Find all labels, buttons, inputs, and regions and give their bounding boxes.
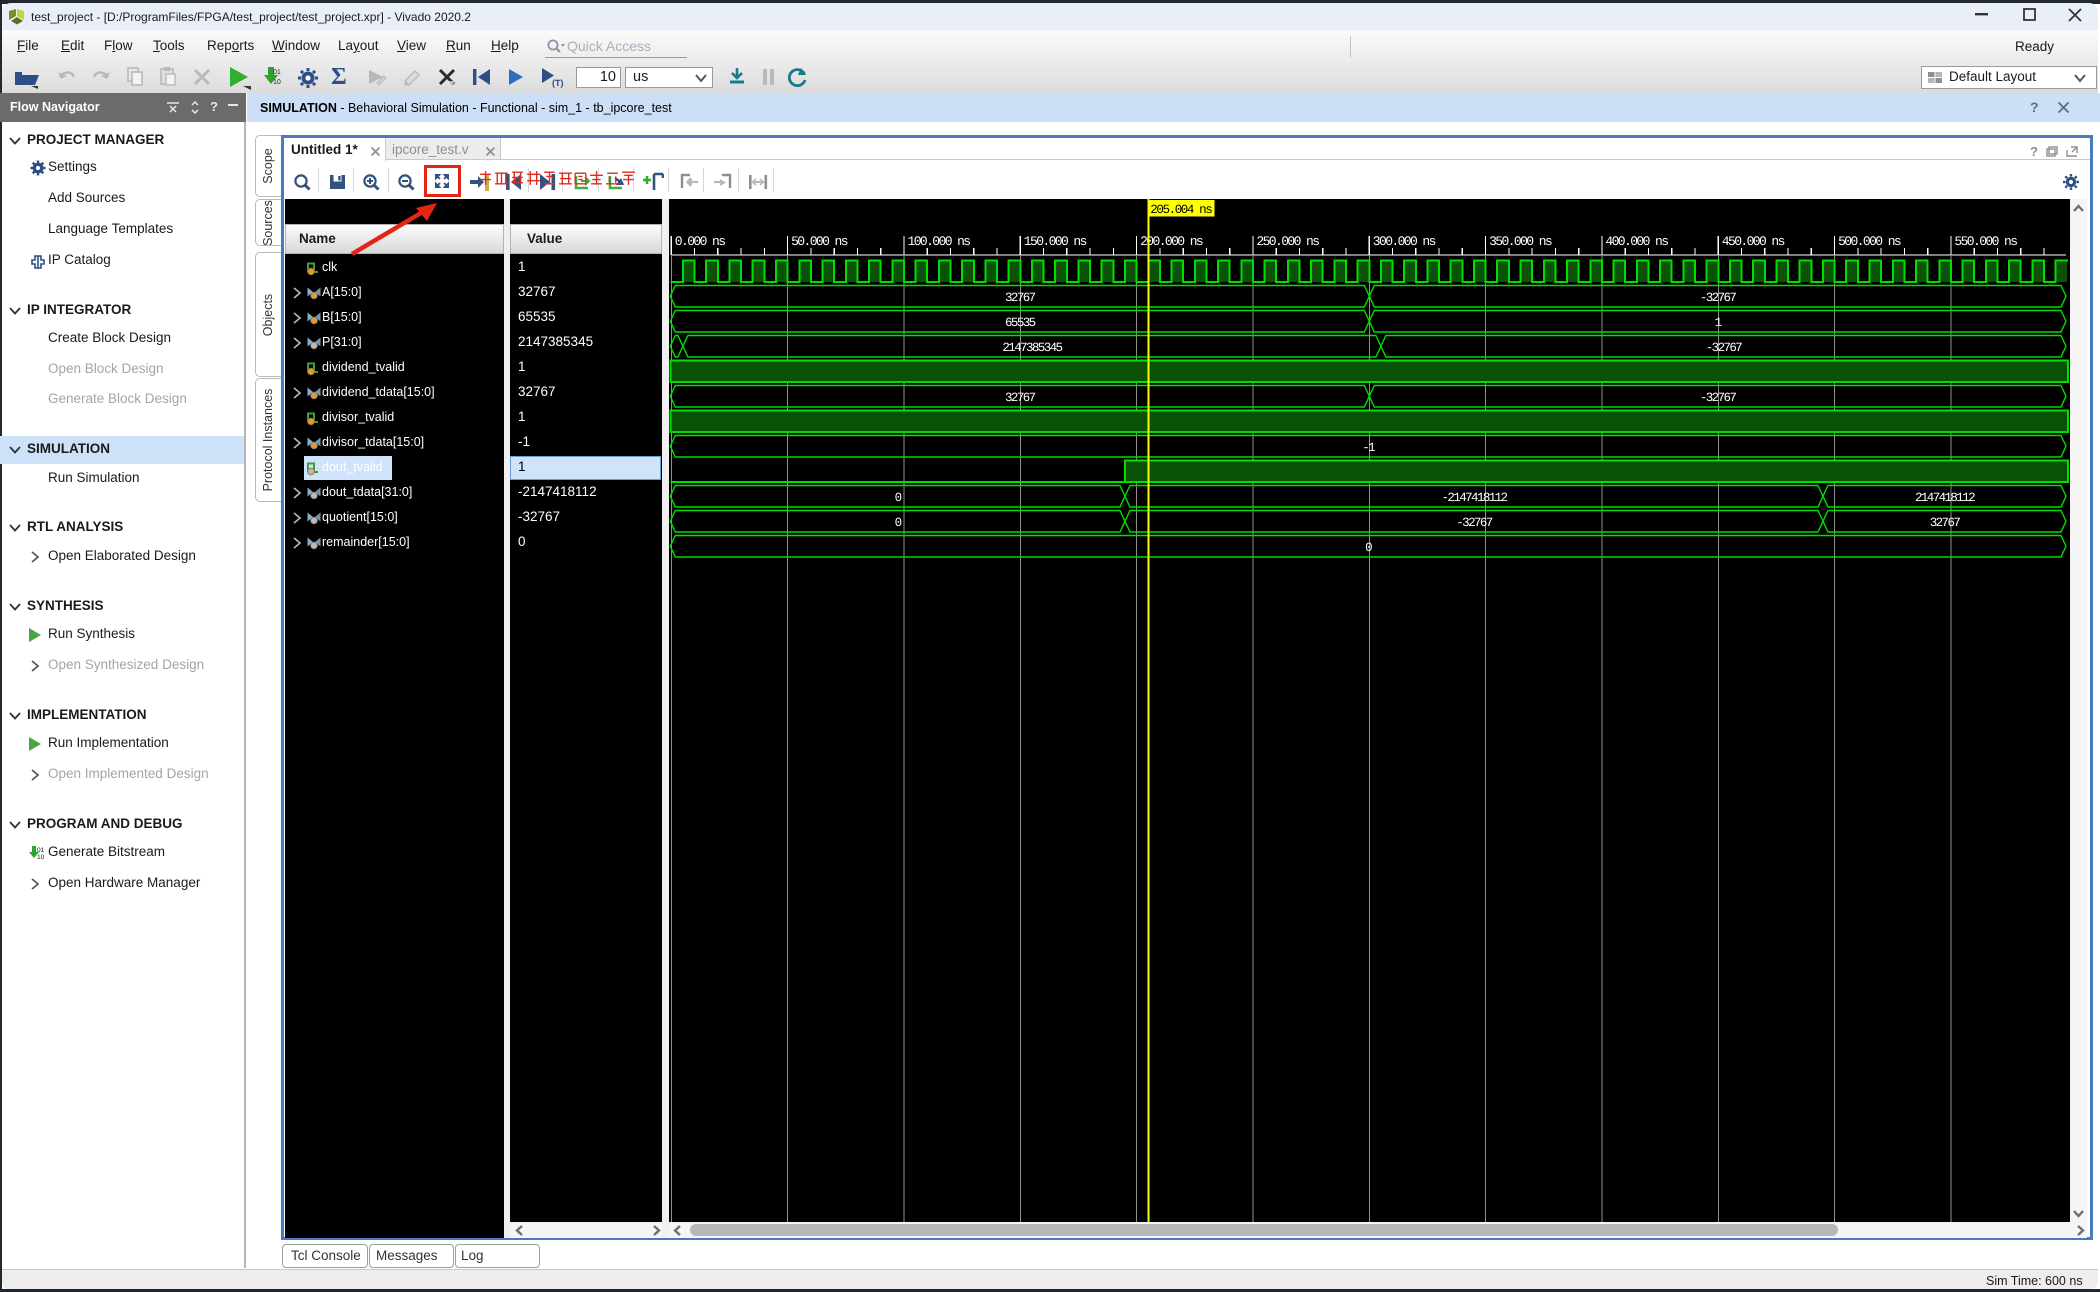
- svg-text:200.000 ns: 200.000 ns: [1140, 234, 1203, 249]
- svg-text:400.000 ns: 400.000 ns: [1605, 234, 1668, 249]
- svg-text:1: 1: [1715, 316, 1722, 330]
- svg-text:32767: 32767: [1930, 516, 1961, 530]
- svg-text:250.000 ns: 250.000 ns: [1256, 234, 1319, 249]
- svg-text:32767: 32767: [1005, 391, 1036, 405]
- svg-text:01: 01: [37, 847, 45, 854]
- svg-text:550.000 ns: 550.000 ns: [1954, 234, 2017, 249]
- svg-text:01: 01: [273, 69, 281, 76]
- svg-text:300.000 ns: 300.000 ns: [1373, 234, 1436, 249]
- svg-text:-2147418112: -2147418112: [1442, 491, 1508, 505]
- svg-text:(T): (T): [552, 78, 564, 88]
- svg-text:-32767: -32767: [1706, 341, 1743, 355]
- svg-text:0: 0: [1365, 541, 1372, 555]
- svg-text:-32767: -32767: [1456, 516, 1493, 530]
- svg-text:150.000 ns: 150.000 ns: [1024, 234, 1087, 249]
- svg-text:10: 10: [37, 854, 45, 861]
- svg-text:-32767: -32767: [1700, 391, 1737, 405]
- svg-text:450.000 ns: 450.000 ns: [1722, 234, 1785, 249]
- svg-text:2147418112: 2147418112: [1915, 491, 1975, 505]
- svg-text:100.000 ns: 100.000 ns: [908, 234, 971, 249]
- svg-text:0: 0: [895, 491, 902, 505]
- svg-text:2147385345: 2147385345: [1002, 341, 1062, 355]
- svg-text:0: 0: [895, 516, 902, 530]
- svg-text:50.000 ns: 50.000 ns: [791, 234, 848, 249]
- svg-text:32767: 32767: [1005, 291, 1036, 305]
- svg-text:-32767: -32767: [1700, 291, 1737, 305]
- svg-text:-1: -1: [1362, 441, 1375, 455]
- svg-text:500.000 ns: 500.000 ns: [1838, 234, 1901, 249]
- svg-text:65535: 65535: [1005, 316, 1036, 330]
- svg-text:0.000 ns: 0.000 ns: [675, 234, 725, 249]
- svg-text:10: 10: [273, 79, 281, 86]
- svg-text:205.004 ns: 205.004 ns: [1150, 203, 1212, 217]
- svg-text:350.000 ns: 350.000 ns: [1489, 234, 1552, 249]
